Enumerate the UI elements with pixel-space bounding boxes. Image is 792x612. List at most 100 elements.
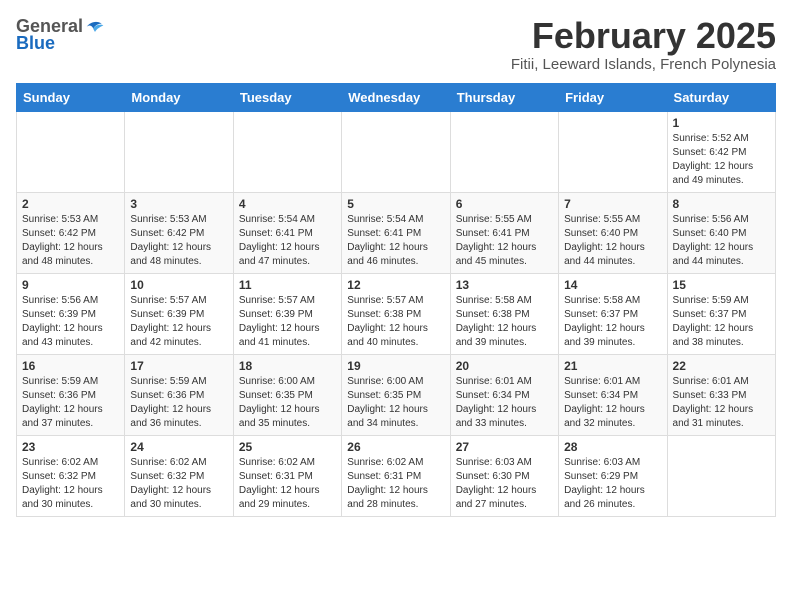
calendar-cell: 19 Sunrise: 6:00 AM Sunset: 6:35 PM Dayli… <box>342 354 450 435</box>
day-info: Sunrise: 5:54 AM Sunset: 6:41 PM Dayligh… <box>239 213 336 269</box>
day-number: 12 <box>347 278 444 292</box>
day-number: 26 <box>347 440 444 454</box>
calendar-cell: 6Sunrise: 5:55 AM Sunset: 6:41 PM Daylig… <box>450 192 558 273</box>
day-info: Sunrise: 6:03 AM Sunset: 6:30 PM Dayligh… <box>456 456 553 512</box>
weekday-header-sunday: Sunday <box>17 83 125 111</box>
title-section: February 2025 Fitii, Leeward Islands, Fr… <box>511 16 776 73</box>
calendar-cell: 11Sunrise: 5:57 AM Sunset: 6:39 PM Dayli… <box>233 273 341 354</box>
calendar-cell: 20 Sunrise: 6:01 AM Sunset: 6:34 PM Dayli… <box>450 354 558 435</box>
calendar-week-row: 1 Sunrise: 5:52 AM Sunset: 6:42 PM Daylig… <box>17 111 776 192</box>
weekday-header-tuesday: Tuesday <box>233 83 341 111</box>
day-info: Sunrise: 5:57 AM Sunset: 6:39 PM Dayligh… <box>130 294 227 350</box>
day-number: 22 <box>673 359 770 373</box>
day-info: Sunrise: 5:53 AM Sunset: 6:42 PM Dayligh… <box>22 213 119 269</box>
calendar-cell: 4 Sunrise: 5:54 AM Sunset: 6:41 PM Daylig… <box>233 192 341 273</box>
logo: General Blue <box>16 16 105 54</box>
calendar-cell: 23Sunrise: 6:02 AM Sunset: 6:32 PM Dayli… <box>17 435 125 516</box>
day-info: Sunrise: 5:55 AM Sunset: 6:41 PM Dayligh… <box>456 213 553 269</box>
day-number: 10 <box>130 278 227 292</box>
day-info: Sunrise: 5:55 AM Sunset: 6:40 PM Dayligh… <box>564 213 661 269</box>
calendar-week-row: 16 Sunrise: 5:59 AM Sunset: 6:36 PM Dayli… <box>17 354 776 435</box>
calendar-cell: 3Sunrise: 5:53 AM Sunset: 6:42 PM Daylig… <box>125 192 233 273</box>
day-info: Sunrise: 5:57 AM Sunset: 6:38 PM Dayligh… <box>347 294 444 350</box>
day-number: 8 <box>673 197 770 211</box>
weekday-header-saturday: Saturday <box>667 83 775 111</box>
calendar-week-row: 2 Sunrise: 5:53 AM Sunset: 6:42 PM Daylig… <box>17 192 776 273</box>
calendar-cell <box>17 111 125 192</box>
logo-blue: Blue <box>16 33 55 54</box>
calendar-cell: 21 Sunrise: 6:01 AM Sunset: 6:34 PM Dayli… <box>559 354 667 435</box>
day-info: Sunrise: 6:00 AM Sunset: 6:35 PM Dayligh… <box>239 375 336 431</box>
calendar-cell: 12 Sunrise: 5:57 AM Sunset: 6:38 PM Dayli… <box>342 273 450 354</box>
day-info: Sunrise: 5:59 AM Sunset: 6:37 PM Dayligh… <box>673 294 770 350</box>
day-number: 9 <box>22 278 119 292</box>
day-number: 21 <box>564 359 661 373</box>
calendar-cell <box>342 111 450 192</box>
calendar-table: SundayMondayTuesdayWednesdayThursdayFrid… <box>16 83 776 517</box>
day-number: 7 <box>564 197 661 211</box>
day-number: 18 <box>239 359 336 373</box>
page-header: General Blue February 2025 Fitii, Leewar… <box>16 16 776 73</box>
day-number: 5 <box>347 197 444 211</box>
day-info: Sunrise: 6:01 AM Sunset: 6:34 PM Dayligh… <box>564 375 661 431</box>
calendar-cell: 8 Sunrise: 5:56 AM Sunset: 6:40 PM Daylig… <box>667 192 775 273</box>
calendar-cell: 10 Sunrise: 5:57 AM Sunset: 6:39 PM Dayli… <box>125 273 233 354</box>
month-title: February 2025 <box>511 16 776 56</box>
location-subtitle: Fitii, Leeward Islands, French Polynesia <box>511 56 776 73</box>
day-info: Sunrise: 5:58 AM Sunset: 6:38 PM Dayligh… <box>456 294 553 350</box>
day-info: Sunrise: 5:56 AM Sunset: 6:40 PM Dayligh… <box>673 213 770 269</box>
day-number: 20 <box>456 359 553 373</box>
weekday-header-monday: Monday <box>125 83 233 111</box>
calendar-cell: 13 Sunrise: 5:58 AM Sunset: 6:38 PM Dayli… <box>450 273 558 354</box>
day-info: Sunrise: 6:01 AM Sunset: 6:33 PM Dayligh… <box>673 375 770 431</box>
calendar-cell: 9 Sunrise: 5:56 AM Sunset: 6:39 PM Daylig… <box>17 273 125 354</box>
day-number: 28 <box>564 440 661 454</box>
day-number: 1 <box>673 116 770 130</box>
calendar-cell: 17 Sunrise: 5:59 AM Sunset: 6:36 PM Dayli… <box>125 354 233 435</box>
day-info: Sunrise: 5:56 AM Sunset: 6:39 PM Dayligh… <box>22 294 119 350</box>
day-number: 3 <box>130 197 227 211</box>
calendar-cell: 7 Sunrise: 5:55 AM Sunset: 6:40 PM Daylig… <box>559 192 667 273</box>
calendar-cell <box>233 111 341 192</box>
day-info: Sunrise: 6:02 AM Sunset: 6:31 PM Dayligh… <box>239 456 336 512</box>
calendar-cell <box>125 111 233 192</box>
day-info: Sunrise: 5:59 AM Sunset: 6:36 PM Dayligh… <box>22 375 119 431</box>
calendar-cell <box>450 111 558 192</box>
day-number: 17 <box>130 359 227 373</box>
calendar-cell: 1 Sunrise: 5:52 AM Sunset: 6:42 PM Daylig… <box>667 111 775 192</box>
day-number: 16 <box>22 359 119 373</box>
calendar-cell: 24Sunrise: 6:02 AM Sunset: 6:32 PM Dayli… <box>125 435 233 516</box>
day-number: 13 <box>456 278 553 292</box>
calendar-week-row: 9 Sunrise: 5:56 AM Sunset: 6:39 PM Daylig… <box>17 273 776 354</box>
day-number: 19 <box>347 359 444 373</box>
weekday-header-wednesday: Wednesday <box>342 83 450 111</box>
calendar-cell: 25Sunrise: 6:02 AM Sunset: 6:31 PM Dayli… <box>233 435 341 516</box>
calendar-cell <box>559 111 667 192</box>
weekday-header-friday: Friday <box>559 83 667 111</box>
calendar-cell: 18 Sunrise: 6:00 AM Sunset: 6:35 PM Dayli… <box>233 354 341 435</box>
weekday-header-thursday: Thursday <box>450 83 558 111</box>
day-info: Sunrise: 5:59 AM Sunset: 6:36 PM Dayligh… <box>130 375 227 431</box>
day-info: Sunrise: 6:01 AM Sunset: 6:34 PM Dayligh… <box>456 375 553 431</box>
day-info: Sunrise: 6:00 AM Sunset: 6:35 PM Dayligh… <box>347 375 444 431</box>
calendar-cell: 14Sunrise: 5:58 AM Sunset: 6:37 PM Dayli… <box>559 273 667 354</box>
day-number: 2 <box>22 197 119 211</box>
weekday-header-row: SundayMondayTuesdayWednesdayThursdayFrid… <box>17 83 776 111</box>
calendar-cell: 15 Sunrise: 5:59 AM Sunset: 6:37 PM Dayli… <box>667 273 775 354</box>
day-number: 15 <box>673 278 770 292</box>
calendar-cell: 2 Sunrise: 5:53 AM Sunset: 6:42 PM Daylig… <box>17 192 125 273</box>
day-info: Sunrise: 6:02 AM Sunset: 6:32 PM Dayligh… <box>22 456 119 512</box>
calendar-cell: 26 Sunrise: 6:02 AM Sunset: 6:31 PM Dayli… <box>342 435 450 516</box>
calendar-cell: 27 Sunrise: 6:03 AM Sunset: 6:30 PM Dayli… <box>450 435 558 516</box>
day-number: 27 <box>456 440 553 454</box>
day-info: Sunrise: 5:52 AM Sunset: 6:42 PM Dayligh… <box>673 132 770 188</box>
day-info: Sunrise: 6:02 AM Sunset: 6:32 PM Dayligh… <box>130 456 227 512</box>
day-info: Sunrise: 5:57 AM Sunset: 6:39 PM Dayligh… <box>239 294 336 350</box>
calendar-cell: 5 Sunrise: 5:54 AM Sunset: 6:41 PM Daylig… <box>342 192 450 273</box>
day-number: 4 <box>239 197 336 211</box>
day-info: Sunrise: 6:02 AM Sunset: 6:31 PM Dayligh… <box>347 456 444 512</box>
day-number: 14 <box>564 278 661 292</box>
calendar-cell: 28Sunrise: 6:03 AM Sunset: 6:29 PM Dayli… <box>559 435 667 516</box>
calendar-cell: 16 Sunrise: 5:59 AM Sunset: 6:36 PM Dayli… <box>17 354 125 435</box>
day-info: Sunrise: 5:54 AM Sunset: 6:41 PM Dayligh… <box>347 213 444 269</box>
